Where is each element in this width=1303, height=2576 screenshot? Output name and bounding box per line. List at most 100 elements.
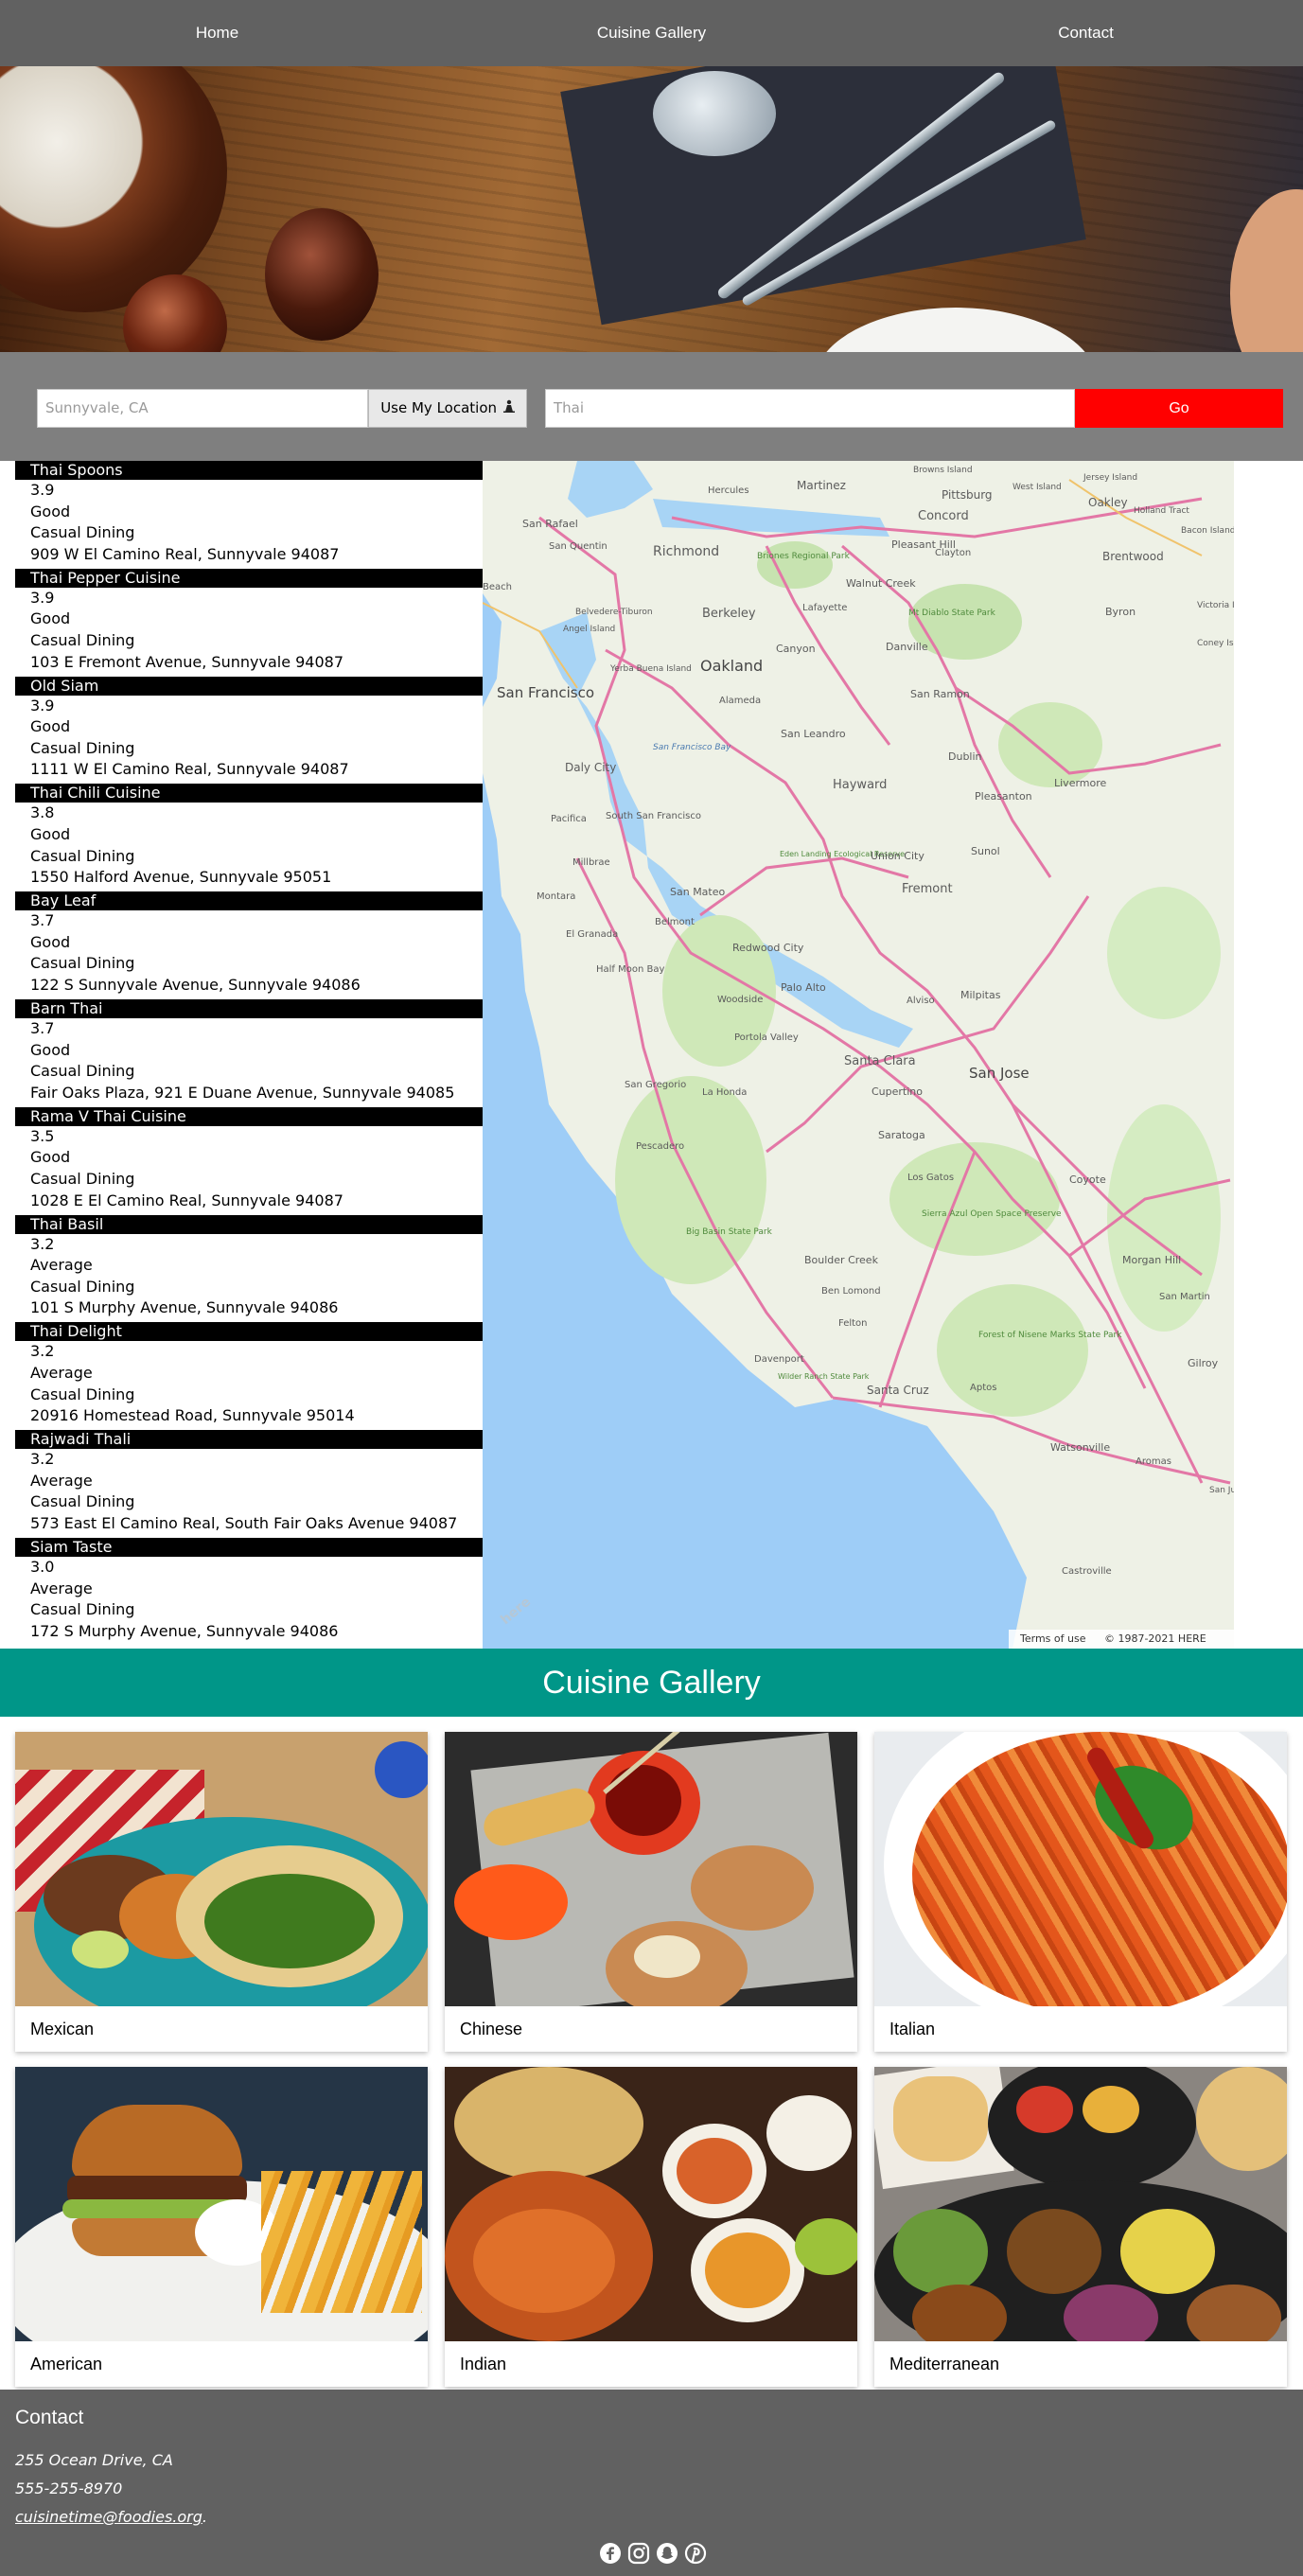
map-label: Briones Regional Park: [757, 552, 851, 561]
mexican-food-image: [15, 1732, 428, 2006]
map-label: Hayward: [833, 778, 887, 792]
restaurant-category: Casual Dining: [30, 630, 135, 649]
map-label: Angel Island: [563, 625, 615, 634]
restaurant-category: Casual Dining: [30, 1600, 135, 1619]
map-label: Belmont: [655, 917, 695, 927]
restaurant-item[interactable]: Rajwadi Thali 3.2 Average Casual Dining 573 …: [15, 1430, 483, 1538]
restaurant-rating-text: Good: [30, 717, 71, 736]
restaurant-category: Casual Dining: [30, 1385, 135, 1403]
restaurant-name: Thai Chili Cuisine: [15, 784, 483, 803]
restaurant-name: Thai Delight: [15, 1322, 483, 1342]
map-label: Portola Valley: [734, 1032, 799, 1043]
restaurant-item[interactable]: Barn Thai 3.7 Good Casual Dining Fair Oaks P…: [15, 998, 483, 1107]
map-label: Bacon Island: [1181, 526, 1234, 536]
restaurant-item[interactable]: Rama V Thai Cuisine 3.5 Good Casual Dining 1…: [15, 1106, 483, 1215]
map-label: Walnut Creek: [846, 577, 916, 590]
restaurant-item[interactable]: Thai Chili Cuisine 3.8 Good Casual Dining 15…: [15, 784, 483, 891]
restaurant-category: Casual Dining: [30, 954, 135, 973]
restaurant-category: Casual Dining: [30, 523, 135, 542]
restaurant-rating: 3.9: [30, 588, 55, 607]
map-label: Morgan Hill: [1122, 1254, 1181, 1266]
restaurant-name: Thai Pepper Cuisine: [15, 568, 483, 588]
gallery-card-american[interactable]: American: [15, 2067, 428, 2387]
snapchat-icon[interactable]: [656, 2542, 678, 2565]
restaurant-item[interactable]: Siam Taste 3.0 Average Casual Dining 172 S M…: [15, 1537, 483, 1646]
map-label: Davenport: [754, 1354, 804, 1365]
restaurant-item[interactable]: Old Siam 3.9 Good Casual Dining 1111 W El Ca…: [15, 676, 483, 785]
map-label: Byron: [1105, 606, 1136, 618]
map-label: La Honda: [702, 1087, 747, 1098]
restaurant-address: 909 W El Camino Real, Sunnyvale 94087: [30, 544, 340, 563]
map-label: Gilroy: [1188, 1357, 1219, 1369]
map-label: Montara: [537, 891, 575, 902]
map[interactable]: Browns Island Hercules Martinez Pittsbur…: [483, 461, 1234, 1649]
map-label: Santa Clara: [844, 1054, 916, 1068]
map-label: San Quentin: [549, 541, 607, 552]
chinese-food-image: [445, 1732, 857, 2006]
go-button[interactable]: Go: [1075, 389, 1283, 428]
cuisine-search-input[interactable]: Thai: [545, 389, 1075, 428]
restaurant-rating: 3.8: [30, 803, 55, 822]
restaurant-name: Siam Taste: [15, 1537, 483, 1557]
map-label: San Rafael: [522, 518, 578, 530]
restaurant-rating-text: Average: [30, 1256, 93, 1275]
pinterest-icon[interactable]: [684, 2542, 707, 2565]
restaurant-name: Rama V Thai Cuisine: [15, 1106, 483, 1126]
map-label: Berkeley: [702, 607, 756, 621]
use-my-location-label: Use My Location: [380, 399, 498, 416]
nav-contact-link[interactable]: Contact: [869, 24, 1303, 43]
restaurant-item[interactable]: Thai Spoons 3.9 Good Casual Dining 909 W El …: [15, 461, 483, 569]
gallery-card-label: Chinese: [460, 2020, 523, 2038]
gallery-card-chinese[interactable]: Chinese: [445, 1732, 857, 2052]
restaurant-rating: 3.9: [30, 481, 55, 499]
map-label: San Francisco Bay: [653, 743, 731, 752]
social-links: [599, 2542, 707, 2565]
restaurant-rating: 3.2: [30, 1450, 55, 1469]
restaurant-category: Casual Dining: [30, 1277, 135, 1296]
mediterranean-food-image: [874, 2067, 1287, 2341]
map-label: Daly City: [565, 761, 616, 774]
gallery-card-label: Indian: [460, 2355, 507, 2373]
american-food-image: [15, 2067, 428, 2341]
restaurant-address: 122 S Sunnyvale Avenue, Sunnyvale 94086: [30, 975, 361, 994]
gallery-card-label: Mediterranean: [889, 2355, 1000, 2373]
gallery-card-mediterranean[interactable]: Mediterranean: [874, 2067, 1287, 2387]
location-input[interactable]: Sunnyvale, CA: [37, 389, 368, 428]
restaurant-name: Thai Spoons: [15, 461, 483, 480]
map-label: Woodside: [717, 995, 763, 1005]
restaurant-item[interactable]: Thai Pepper Cuisine 3.9 Good Casual Dining 1…: [15, 568, 483, 677]
gallery-card-mexican[interactable]: Mexican: [15, 1732, 428, 2052]
map-label: Oakley: [1088, 496, 1128, 509]
restaurant-rating-text: Average: [30, 1579, 93, 1597]
map-label: Pescadero: [636, 1141, 684, 1152]
map-label: Canyon: [776, 643, 816, 655]
map-label: Saratoga: [878, 1129, 925, 1141]
contact-email-link[interactable]: cuisinetime@foodies.org: [15, 2508, 202, 2526]
restaurant-item[interactable]: Thai Basil 3.2 Average Casual Dining 101 S M…: [15, 1214, 483, 1323]
nav-home-link[interactable]: Home: [0, 24, 434, 43]
facebook-icon[interactable]: [599, 2542, 622, 2565]
restaurant-category: Casual Dining: [30, 846, 135, 865]
restaurant-item[interactable]: Bay Leaf 3.7 Good Casual Dining 122 S Sunnyv…: [15, 891, 483, 999]
map-label: Boulder Creek: [804, 1254, 879, 1266]
map-label: Belvedere-Tiburon: [575, 608, 653, 617]
gallery-card-label: Mexican: [30, 2020, 95, 2038]
map-label: San Juan Bautista: [1209, 1486, 1234, 1495]
person-pin-icon: [502, 390, 515, 427]
map-label: Fremont: [902, 882, 953, 896]
restaurant-address: 172 S Murphy Avenue, Sunnyvale 94086: [30, 1621, 339, 1640]
map-label: Browns Island: [913, 466, 973, 475]
restaurant-rating: 3.2: [30, 1234, 55, 1253]
map-terms-link[interactable]: Terms of use: [1020, 1632, 1085, 1645]
map-copyright: © 1987-2021 HERE: [1103, 1632, 1206, 1645]
contact-section: Contact 255 Ocean Drive, CA 555-255-8970…: [0, 2390, 1303, 2576]
use-my-location-button[interactable]: Use My Location: [368, 389, 527, 428]
map-label: Alviso: [907, 996, 935, 1006]
search-bar: Sunnyvale, CA Use My Location Thai Go: [0, 352, 1303, 461]
restaurant-rating-text: Good: [30, 1148, 71, 1167]
gallery-card-indian[interactable]: Indian: [445, 2067, 857, 2387]
restaurant-item[interactable]: Thai Delight 3.2 Average Casual Dining 20916…: [15, 1322, 483, 1430]
nav-cuisine-gallery-link[interactable]: Cuisine Gallery: [434, 24, 869, 43]
gallery-card-italian[interactable]: Italian: [874, 1732, 1287, 2052]
instagram-icon[interactable]: [627, 2542, 650, 2565]
